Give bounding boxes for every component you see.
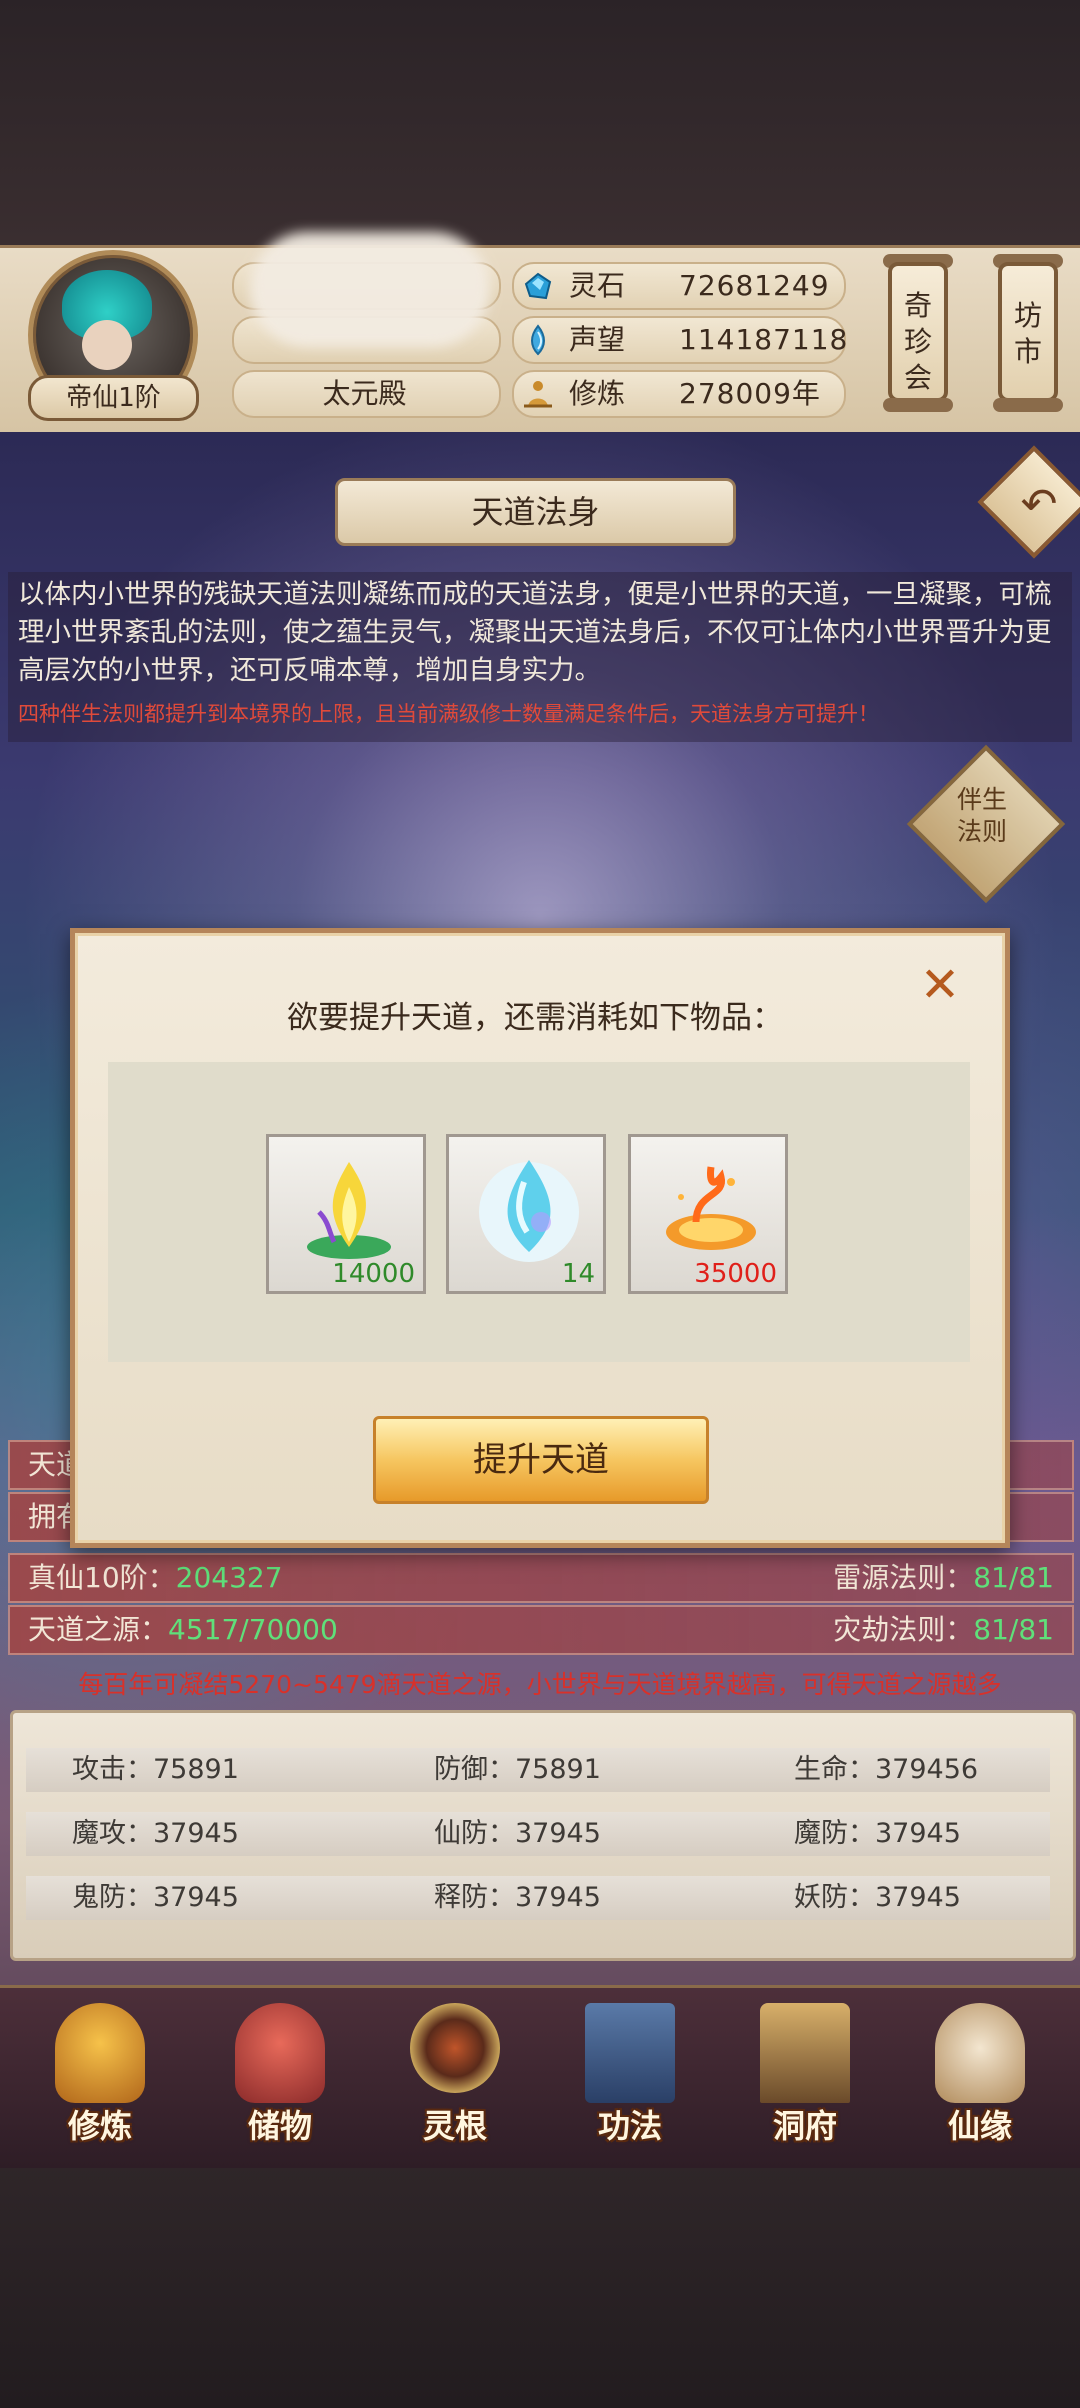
spirit-stone-stat: 灵石 72681249 — [512, 262, 846, 310]
cultivate-icon — [55, 2003, 145, 2103]
reputation-icon — [531, 324, 545, 356]
attribute-row: 鬼防：37945 释防：37945 妖防：37945 — [26, 1876, 1050, 1920]
attack-stat: 攻击：75891 — [72, 1754, 239, 1785]
meditation-icon — [524, 381, 552, 408]
bottom-blank-area — [0, 2165, 1080, 2408]
nav-cultivate[interactable]: 修炼 — [30, 1995, 170, 2155]
thunder-law-value: 81/81 — [973, 1561, 1054, 1594]
demon-defense-stat: 妖防：37945 — [794, 1882, 961, 1913]
item-count: 14000 — [332, 1259, 415, 1289]
gather-note: 每百年可凝结5270~5479滴天道之源，小世界与天道境界越高，可得天道之源越多 — [78, 1670, 1002, 1699]
reputation-stat: 声望 114187118 — [512, 316, 849, 364]
avatar-face — [82, 320, 132, 370]
nav-label: 功法 — [597, 2107, 662, 2145]
technique-book-icon — [585, 2003, 675, 2103]
stat-label: 修炼 — [569, 377, 626, 410]
nav-label: 修炼 — [67, 2107, 132, 2145]
item-count: 35000 — [694, 1259, 777, 1289]
stat-label: 声望 — [569, 323, 626, 356]
attribute-row: 攻击：75891 防御：75891 生命：379456 — [26, 1748, 1050, 1792]
ghost-defense-stat: 鬼防：37945 — [72, 1882, 239, 1913]
item-count: 14 — [561, 1259, 595, 1289]
description-text: 以体内小世界的残缺天道法则凝练而成的天道法身，便是小世界的天道，一旦凝聚，可梳理… — [18, 579, 1052, 686]
nav-immortal-fate[interactable]: 仙缘 — [910, 1995, 1050, 2155]
thunder-law-label: 雷源法则：81/81 — [833, 1561, 1054, 1594]
info-row: 天道之源：4517/70000 灾劫法则：81/81 — [8, 1605, 1074, 1655]
dao-source-label: 天道之源：4517/70000 — [28, 1613, 338, 1646]
life-stat: 生命：379456 — [794, 1754, 979, 1785]
item-slot-water-drop[interactable]: 14 — [446, 1134, 606, 1294]
storage-bag-icon — [235, 2003, 325, 2103]
nav-cave-palace[interactable]: 洞府 — [735, 1995, 875, 2155]
nav-technique[interactable]: 功法 — [560, 1995, 700, 2155]
defense-stat: 防御：75891 — [434, 1754, 601, 1785]
nav-storage[interactable]: 储物 — [210, 1995, 350, 2155]
attribute-row: 魔攻：37945 仙防：37945 魔防：37945 — [26, 1812, 1050, 1856]
modal-title: 欲要提升天道，还需消耗如下物品： — [287, 1000, 783, 1036]
nav-spirit-root[interactable]: 灵根 — [385, 1995, 525, 2155]
calamity-law-value: 81/81 — [973, 1613, 1054, 1646]
sect-name: 太元殿 — [322, 377, 407, 410]
scroll-cap — [883, 398, 953, 412]
dao-source-value: 4517/70000 — [168, 1613, 338, 1646]
golden-flame-item-icon — [307, 1162, 391, 1259]
immortal-fate-icon — [935, 2003, 1025, 2103]
immortal-rank-label: 真仙10阶：204327 — [28, 1561, 283, 1594]
nav-label: 储物 — [247, 2107, 312, 2145]
cultivation-stat: 修炼 278009年 — [512, 370, 846, 418]
item-slot-golden-flame[interactable]: 14000 — [266, 1134, 426, 1294]
top-blank-area — [0, 0, 1080, 245]
spirit-root-icon — [410, 2003, 500, 2093]
nav-label: 洞府 — [772, 2107, 837, 2145]
upgrade-dao-button[interactable]: 提升天道 — [373, 1416, 709, 1504]
buddhist-defense-stat: 释防：37945 — [434, 1882, 601, 1913]
cave-palace-icon — [760, 2003, 850, 2103]
companion-law-label: 伴生法则 — [956, 785, 1007, 846]
upgrade-warning: 四种伴生法则都提升到本境界的上限，且当前满级修士数量满足条件后，天道法身方可提升… — [18, 702, 879, 726]
stat-value: 72681249 — [679, 269, 830, 302]
water-drop-item-icon — [479, 1160, 579, 1262]
treasure-fair-button[interactable]: 奇珍会 — [888, 262, 948, 402]
market-label: 坊市 — [1013, 299, 1042, 368]
market-button[interactable]: 坊市 — [998, 262, 1058, 402]
fire-vortex-item-icon — [666, 1166, 756, 1250]
stat-label: 灵石 — [569, 269, 626, 302]
magic-defense-stat: 魔防：37945 — [794, 1818, 961, 1849]
magic-attack-stat: 魔攻：37945 — [72, 1818, 239, 1849]
scroll-cap — [993, 398, 1063, 412]
blurred-player-name — [250, 232, 490, 347]
immortal-defense-stat: 仙防：37945 — [434, 1818, 601, 1849]
item-slot-fire-vortex[interactable]: 35000 — [628, 1134, 788, 1294]
treasure-fair-label: 奇珍会 — [903, 289, 932, 394]
immortal-rank-value: 204327 — [175, 1561, 283, 1594]
info-row: 真仙10阶：204327 雷源法则：81/81 — [8, 1553, 1074, 1603]
stat-value: 278009年 — [679, 377, 821, 410]
stat-value: 114187118 — [679, 323, 849, 356]
rank-tag: 帝仙1阶 — [28, 375, 199, 421]
calamity-law-label: 灾劫法则：81/81 — [833, 1613, 1054, 1646]
back-arrow-icon: ↶ — [1020, 479, 1058, 530]
page-title: 天道法身 — [335, 478, 736, 546]
close-icon[interactable]: ✕ — [915, 960, 965, 1010]
nav-label: 灵根 — [422, 2107, 487, 2145]
nav-label: 仙缘 — [947, 2107, 1012, 2145]
spirit-stone-icon — [524, 272, 552, 300]
